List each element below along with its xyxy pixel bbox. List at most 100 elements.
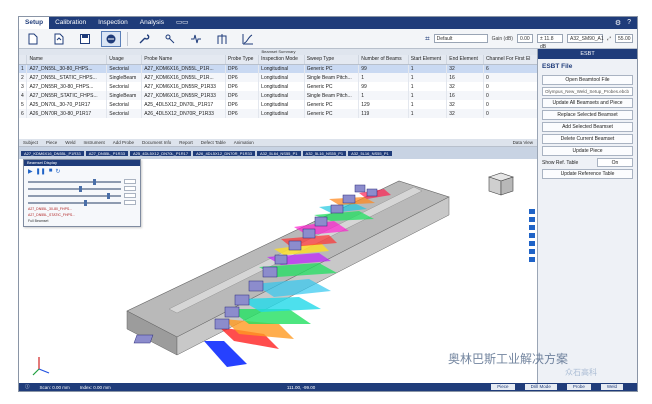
slider-2[interactable] (28, 185, 136, 192)
play-icon[interactable]: ▶ (28, 168, 33, 175)
show-ref-toggle[interactable]: On (597, 158, 633, 167)
menu-setup[interactable]: Setup (19, 17, 50, 29)
column-header[interactable]: Inspection Mode (258, 55, 305, 65)
table-cell: A27_KDM6X16_DN55R_P1R33 (141, 91, 226, 100)
column-header[interactable]: Name (26, 55, 108, 65)
update-all-button[interactable]: Update All Beamsets and Piece (542, 98, 633, 108)
table-row[interactable]: 1 A27_DN55L_30-80_FHPS... Sectorial A27_KDM… (19, 64, 539, 73)
update-piece-button[interactable]: Update Piece (542, 146, 633, 156)
table-cell: A25_DN70L_30-70_P1R17 (26, 100, 108, 109)
menu-analysis[interactable]: Analysis (134, 17, 170, 29)
tcg-button[interactable] (238, 31, 258, 47)
table-row[interactable]: 5 A25_DN70L_30-70_P1R17 Sectorial A25_4DL5X… (19, 100, 539, 109)
wrench-button[interactable] (134, 31, 154, 47)
subbar-item[interactable]: Instrument (83, 140, 104, 145)
column-header[interactable]: Number of Beams (358, 55, 409, 65)
probe-tab[interactable]: A26_4DL5X12_DN70R_P1R33 (193, 150, 255, 156)
column-header[interactable]: Start Element (408, 55, 448, 65)
gates-button[interactable] (212, 31, 232, 47)
column-header[interactable]: Usage (106, 55, 143, 65)
slider-1[interactable] (28, 178, 136, 185)
subbar-item[interactable]: Defect Table (201, 140, 226, 145)
status-piece-button[interactable]: Piece (491, 384, 515, 390)
status-probe-button[interactable]: Probe (566, 384, 591, 390)
new-file-button[interactable] (23, 31, 43, 47)
subbar-item[interactable]: Add Probe (113, 140, 134, 145)
slider-4[interactable] (28, 199, 136, 206)
menu-inspection[interactable]: Inspection (92, 17, 134, 29)
save-button[interactable] (75, 31, 95, 47)
table-row[interactable]: 3 A27_DN55R_30-80_FHPS... Sectorial A27_KDM… (19, 82, 539, 91)
settings-icon[interactable]: ⚙ (615, 19, 621, 27)
dialog-row-2[interactable]: A27_DN55L_STATIC_FHPS... (28, 213, 136, 217)
subbar-item[interactable]: Report (179, 140, 193, 145)
signal-icon (191, 34, 201, 43)
delete-beamset-button[interactable]: Delete Current Beamset (542, 134, 633, 144)
view-tools[interactable] (529, 209, 535, 262)
probe-tab[interactable]: A27_KDM6X16_DN55L_P1R33 (21, 150, 84, 156)
main-toolbar: ⌗ Default Gain (dB) 0.00 ± 11.8 dB A32_S… (19, 29, 637, 50)
tools-icon (165, 34, 175, 43)
update-reference-button[interactable]: Update Reference Table (542, 169, 633, 179)
table-row[interactable]: 4 A27_DN55R_STATIC_FHPS... SingleBeam A27_K… (19, 91, 539, 100)
status-weld-button[interactable]: Weld (600, 384, 624, 390)
table-cell: Longitudinal (258, 91, 305, 100)
probe-tab[interactable]: A32_5L16_NS55_P1 (302, 150, 347, 156)
column-header[interactable]: End Element (446, 55, 484, 65)
menu-calibration[interactable]: Calibration (49, 17, 92, 29)
table-cell: 0 (483, 73, 539, 82)
table-cell: Sectorial (106, 100, 143, 109)
view-cube-icon[interactable] (488, 172, 514, 196)
zoom-field[interactable]: 55.00 (615, 34, 633, 43)
zoom-icon: ⤢ (606, 35, 611, 42)
subbar-item[interactable]: Piece (46, 140, 57, 145)
gain-field[interactable]: 0.00 (516, 34, 533, 43)
column-header[interactable]: Probe Name (141, 55, 226, 65)
table-cell: 0 (483, 91, 539, 100)
table-row[interactable]: 6 A26_DN70R_30-80_P1R17 Sectorial A26_4DL5X… (19, 109, 539, 118)
table-cell: 1 (358, 73, 409, 82)
binoculars-icon[interactable]: ⌗ (425, 34, 430, 44)
tools-button[interactable] (160, 31, 180, 47)
probe-wizard-button[interactable] (101, 30, 121, 47)
stop-icon[interactable]: ■ (49, 168, 53, 175)
column-header[interactable]: Probe Type (225, 55, 260, 65)
table-cell: Longitudinal (258, 73, 305, 82)
probe-tab[interactable]: A32_5L64_NS55_P1 (256, 150, 301, 156)
save-icon (80, 33, 90, 44)
axis-triad-icon (32, 357, 50, 376)
gain-step-field[interactable]: ± 11.8 dB (536, 34, 563, 50)
beamset-display-dialog[interactable]: Beamset Display ▶ ❚❚ ■ ↻ A27_DN55L_30-80… (23, 159, 141, 227)
table-cell: A27_KDM6X16_DN55L_P1R... (141, 64, 226, 73)
slider-3[interactable] (28, 192, 136, 199)
table-cell: A27_DN55L_30-80_FHPS... (26, 64, 108, 73)
probe-select[interactable]: A32_SM90_A1 (566, 34, 604, 43)
dialog-row-1[interactable]: A27_DN55L_30-80_FHPS... (28, 207, 136, 211)
table-cell: 119 (358, 109, 409, 118)
loop-icon[interactable]: ↻ (55, 168, 60, 175)
column-header[interactable]: Sweep Type (304, 55, 360, 65)
probe-tab[interactable]: A25_4DL5X12_DN70L_P1R17 (129, 150, 192, 156)
add-beamset-button[interactable]: Add Selected Beamset (542, 122, 633, 132)
replace-beamset-button[interactable]: Replace Selected Beamset (542, 110, 633, 120)
table-row[interactable]: 2 A27_DN55L_STATIC_FHPS... SingleBeam A27_K… (19, 73, 539, 82)
pause-icon[interactable]: ❚❚ (36, 168, 46, 175)
beamtool-path-field[interactable]: Olympus_New_Weld_Setup_Probes.ebcb (542, 87, 633, 96)
subbar-item[interactable]: Document Info (142, 140, 171, 145)
subbar-item[interactable]: Weld (65, 140, 75, 145)
help-icon[interactable]: ? (627, 19, 631, 27)
scan-readout: Scan: 0.00 mm (39, 384, 70, 390)
layout-icon[interactable]: ▭▭ (170, 17, 194, 29)
subbar-item[interactable]: Subject (23, 140, 38, 145)
setup-name-field[interactable]: Default (433, 34, 488, 43)
subbar-item[interactable]: Animation (234, 140, 254, 145)
open-file-button[interactable] (49, 31, 69, 47)
column-header[interactable]: Channel For First El (483, 55, 539, 65)
probe-tab[interactable]: A27_DN55L_P1R33 (85, 150, 128, 156)
signal-button[interactable] (186, 31, 206, 47)
status-drill-button[interactable]: Drill Mode (524, 384, 557, 390)
probe-tab[interactable]: A32_5L16_NS55_P1 (348, 150, 392, 156)
open-beamtool-button[interactable]: Open Beamtool File (542, 75, 633, 85)
row-number: 1 (19, 64, 28, 73)
secondary-toolbar: Subject Piece Weld Instrument Add Probe Docum… (19, 139, 539, 147)
